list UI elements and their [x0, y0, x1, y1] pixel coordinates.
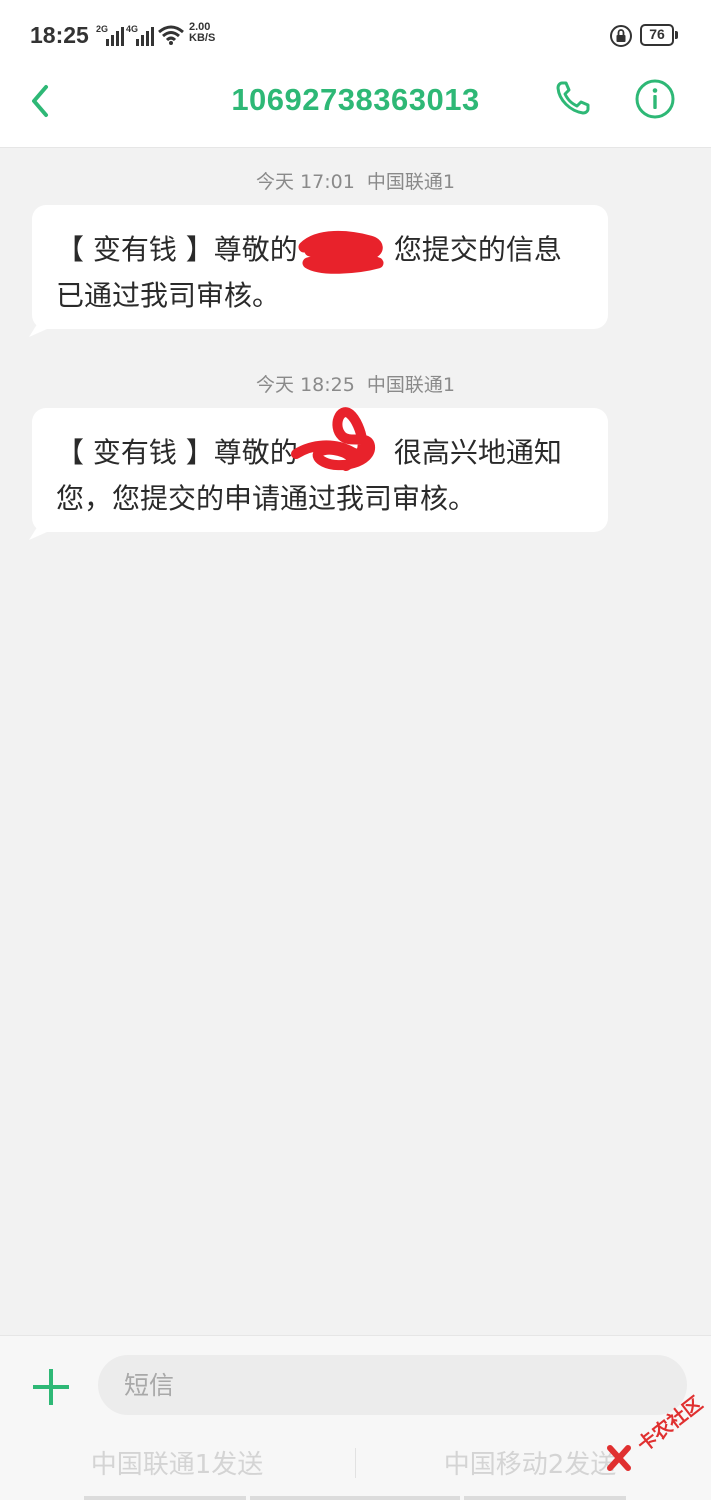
info-icon[interactable] — [634, 78, 676, 120]
back-chevron-icon[interactable] — [28, 83, 56, 119]
message-timestamp: 今天 17:01 中国联通1 — [0, 167, 711, 194]
rotation-lock-icon — [610, 25, 632, 47]
status-time: 18:25 — [30, 22, 89, 48]
status-bar: 18:25 2G 4G 2.00 KB/S 76 — [0, 0, 711, 70]
sim1-signal-icon: 2G — [96, 24, 124, 46]
phone-icon[interactable] — [553, 78, 593, 118]
message-timestamp: 今天 18:25 中国联通1 — [0, 370, 711, 397]
watermark-logo-icon — [607, 1445, 631, 1471]
battery-level: 76 — [649, 26, 665, 42]
wifi-icon — [158, 25, 184, 45]
contact-number-title: 10692738363013 — [231, 82, 480, 117]
battery-indicator: 76 — [640, 24, 678, 46]
net-speed-unit: KB/S — [189, 32, 216, 44]
sim2-signal-icon: 4G — [126, 24, 154, 46]
message-date: 今天 17:01 — [256, 171, 355, 193]
net-speed: 2.00 KB/S — [189, 22, 221, 44]
message-line: 很高兴地通知 — [393, 436, 562, 469]
message-bubble[interactable]: 【 变有钱 】尊敬的 很高兴地通知 您，您提交的申请通过我司审核。 — [29, 407, 608, 540]
message-line: 【 变有钱 】尊敬的 — [56, 436, 298, 469]
conversation-header: 10692738363013 — [0, 70, 711, 148]
message-date: 今天 18:25 — [256, 374, 355, 396]
redaction-scribble — [291, 407, 375, 471]
bubble-tail — [29, 321, 47, 337]
bubble-tail — [29, 524, 47, 540]
message-line: 您，您提交的申请通过我司审核。 — [56, 482, 477, 515]
message-line: 您提交的信息 — [393, 233, 562, 266]
message-line: 已通过我司审核。 — [56, 279, 281, 312]
send-sim1-button[interactable]: 中国联通1发送 — [27, 1444, 327, 1481]
redaction-scribble — [298, 230, 384, 274]
watermark: 卡农社区 — [604, 1392, 710, 1490]
bottom-indicator — [0, 1494, 711, 1500]
divider — [355, 1448, 356, 1478]
message-carrier: 中国联通1 — [366, 171, 455, 193]
message-line: 【 变有钱 】尊敬的 — [56, 233, 298, 266]
sms-input[interactable] — [98, 1355, 687, 1415]
add-attachment-icon[interactable] — [32, 1368, 70, 1406]
message-carrier: 中国联通1 — [366, 374, 455, 396]
message-bubble[interactable]: 【 变有钱 】尊敬的 您提交的信息 已通过我司审核。 — [29, 205, 608, 337]
